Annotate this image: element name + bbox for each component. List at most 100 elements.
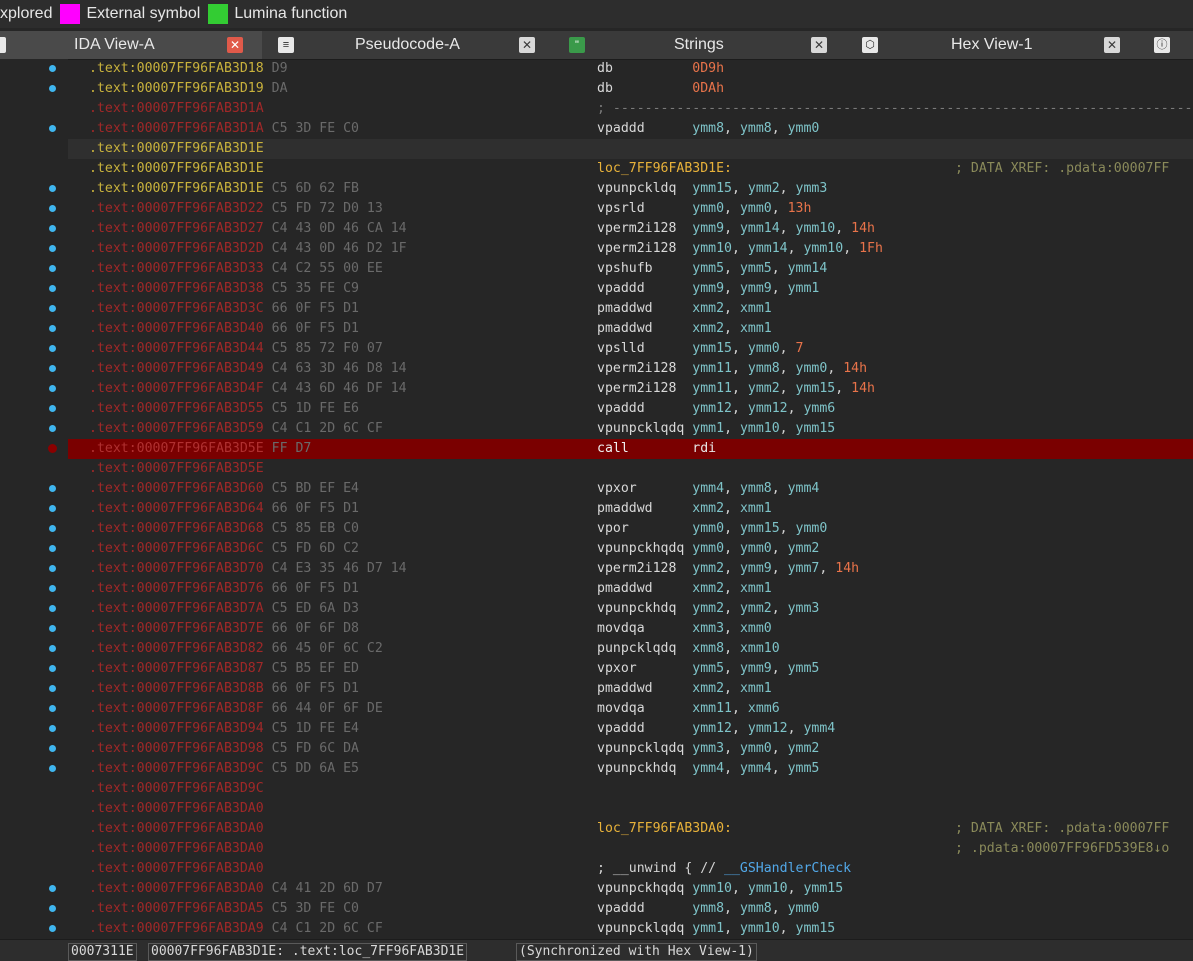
flow-dot-icon[interactable] [49,565,56,572]
listing-row[interactable]: .text:00007FF96FAB3D64 66 0F F5 D1 pmaddw… [68,499,1193,519]
listing-row[interactable]: .text:00007FF96FAB3D8B 66 0F F5 D1 pmaddw… [68,679,1193,699]
flow-dot-icon[interactable] [49,125,56,132]
register-operand[interactable]: ymm3 [796,181,828,196]
listing-row[interactable]: .text:00007FF96FAB3D38 C5 35 FE C9 vpaddd… [68,279,1193,299]
register-operand[interactable]: ymm0 [692,521,724,536]
register-operand[interactable]: ymm2 [748,181,780,196]
listing-row[interactable]: .text:00007FF96FAB3D1E C5 6D 62 FB vpunpc… [68,179,1193,199]
register-operand[interactable]: xmm2 [692,501,724,516]
register-operand[interactable]: ymm2 [748,381,780,396]
listing-row[interactable]: .text:00007FF96FAB3D44 C5 85 72 F0 07 vps… [68,339,1193,359]
flow-dot-icon[interactable] [49,885,56,892]
listing-row[interactable]: .text:00007FF96FAB3D70 C4 E3 35 46 D7 14… [68,559,1193,579]
register-operand[interactable]: xmm2 [692,321,724,336]
register-operand[interactable]: ymm10 [692,881,732,896]
disassembly-listing[interactable]: .text:00007FF96FAB3D18 D9 db 0D9h .text:00… [68,59,1193,939]
register-operand[interactable]: ymm10 [796,221,836,236]
register-operand[interactable]: ymm8 [740,121,772,136]
register-operand[interactable]: ymm4 [788,481,820,496]
listing-row[interactable]: .text:00007FF96FAB3DA9 C4 C1 2D 6C CF vpu… [68,919,1193,939]
register-operand[interactable]: ymm12 [692,721,732,736]
listing-row[interactable]: .text:00007FF96FAB3D2D C4 43 0D 46 D2 1F… [68,239,1193,259]
tab-overflow[interactable]: ⓘ [1148,31,1193,59]
flow-dot-icon[interactable] [49,245,56,252]
listing-row[interactable]: .text:00007FF96FAB3D87 C5 B5 EF ED vpxor … [68,659,1193,679]
flow-dot-icon[interactable] [49,305,56,312]
register-operand[interactable]: ymm14 [788,261,828,276]
listing-row[interactable]: .text:00007FF96FAB3D1E loc_7FF96FAB3D1E:;… [68,159,1193,179]
register-operand[interactable]: ymm4 [692,481,724,496]
register-operand[interactable]: ymm5 [788,661,820,676]
listing-row[interactable]: .text:00007FF96FAB3D3C 66 0F F5 D1 pmaddw… [68,299,1193,319]
register-operand[interactable]: ymm10 [803,241,843,256]
register-operand[interactable]: ymm0 [740,741,772,756]
listing-row[interactable]: .text:00007FF96FAB3D18 D9 db 0D9h [68,59,1193,79]
register-operand[interactable]: ymm12 [692,401,732,416]
flow-dot-icon[interactable] [49,285,56,292]
register-operand[interactable]: ymm8 [692,901,724,916]
immediate-operand[interactable]: 1Fh [859,241,883,256]
register-operand[interactable]: ymm9 [740,281,772,296]
immediate-operand[interactable]: 7 [796,341,804,356]
register-operand[interactable]: ymm10 [748,881,788,896]
register-operand[interactable]: ymm2 [788,741,820,756]
register-operand[interactable]: ymm10 [740,421,780,436]
flow-dot-icon[interactable] [49,485,56,492]
flow-dot-icon[interactable] [49,765,56,772]
register-operand[interactable]: ymm4 [740,761,772,776]
register-operand[interactable]: xmm1 [740,501,772,516]
register-operand[interactable]: ymm11 [692,361,732,376]
register-operand[interactable]: xmm3 [692,621,724,636]
listing-row[interactable]: .text:00007FF96FAB3DA5 C5 3D FE C0 vpaddd… [68,899,1193,919]
register-operand[interactable]: xmm10 [740,641,780,656]
flow-dot-icon[interactable] [49,425,56,432]
register-operand[interactable]: ymm15 [740,521,780,536]
flow-dot-icon[interactable] [49,525,56,532]
flow-dot-icon[interactable] [49,405,56,412]
register-operand[interactable]: ymm0 [692,541,724,556]
register-operand[interactable]: ymm9 [692,221,724,236]
listing-row[interactable]: .text:00007FF96FAB3D22 C5 FD 72 D0 13 vps… [68,199,1193,219]
register-operand[interactable]: xmm2 [692,681,724,696]
listing-row[interactable]: .text:00007FF96FAB3DA0 C4 41 2D 6D D7 vpu… [68,879,1193,899]
register-operand[interactable]: ymm11 [692,381,732,396]
immediate-operand[interactable]: 14h [843,361,867,376]
register-operand[interactable]: xmm2 [692,581,724,596]
listing-row[interactable]: .text:00007FF96FAB3D59 C4 C1 2D 6C CF vpu… [68,419,1193,439]
register-operand[interactable]: ymm15 [796,421,836,436]
immediate-operand[interactable]: 14h [835,561,859,576]
listing-row[interactable]: .text:00007FF96FAB3D8F 66 44 0F 6F DE mov… [68,699,1193,719]
immediate-operand[interactable]: 0D9h [692,61,724,76]
close-icon[interactable]: ✕ [811,37,827,53]
register-operand[interactable]: ymm2 [740,601,772,616]
register-operand[interactable]: ymm0 [692,201,724,216]
register-operand[interactable]: ymm5 [692,261,724,276]
register-operand[interactable]: ymm12 [748,401,788,416]
register-operand[interactable]: ymm0 [788,121,820,136]
flow-dot-icon[interactable] [49,745,56,752]
register-operand[interactable]: ymm1 [692,421,724,436]
register-operand[interactable]: ymm14 [740,221,780,236]
listing-row[interactable]: .text:00007FF96FAB3D60 C5 BD EF E4 vpxor … [68,479,1193,499]
register-operand[interactable]: xmm1 [740,581,772,596]
register-operand[interactable]: ymm8 [748,361,780,376]
flow-dot-icon[interactable] [49,645,56,652]
flow-dot-icon[interactable] [49,925,56,932]
flow-dot-icon[interactable] [49,505,56,512]
register-operand[interactable]: xmm1 [740,681,772,696]
flow-dot-icon[interactable] [49,65,56,72]
register-operand[interactable]: ymm5 [692,661,724,676]
xref-comment[interactable]: ; DATA XREF: .pdata:00007FF [955,159,1169,179]
register-operand[interactable]: ymm2 [788,541,820,556]
handler-reference[interactable]: __GSHandlerCheck [724,861,851,876]
flow-dot-icon[interactable] [49,905,56,912]
register-operand[interactable]: ymm9 [740,561,772,576]
close-icon[interactable]: ✕ [1104,37,1120,53]
listing-row[interactable]: .text:00007FF96FAB3D33 C4 C2 55 00 EE vps… [68,259,1193,279]
location-label[interactable]: loc_7FF96FAB3DA0: [597,821,732,836]
flow-dot-icon[interactable] [49,685,56,692]
register-operand[interactable]: ymm2 [692,561,724,576]
register-operand[interactable]: ymm0 [748,341,780,356]
register-operand[interactable]: ymm5 [740,261,772,276]
listing-row[interactable]: .text:00007FF96FAB3D68 C5 85 EB C0 vpor y… [68,519,1193,539]
